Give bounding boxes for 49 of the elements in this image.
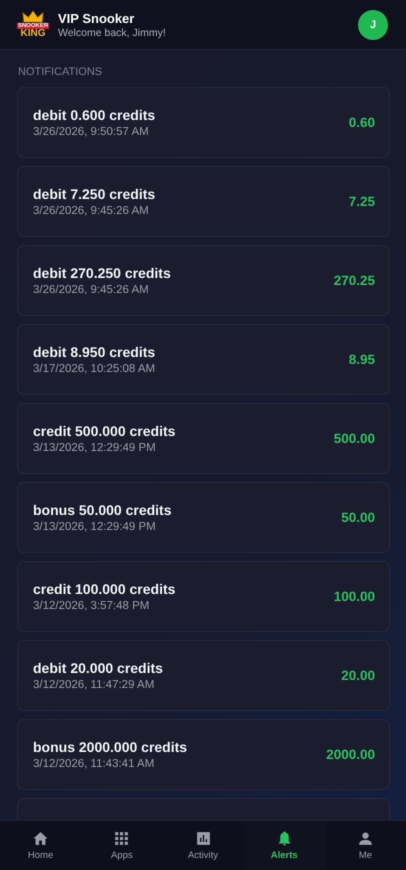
notification-card[interactable]: debit 0.600 credits 3/26/2026, 9:50:57 AM 0.60 bbox=[17, 87, 390, 158]
notification-card[interactable]: credit 500.000 credits 3/13/2026, 12:29:49 PM 500.00 bbox=[17, 403, 390, 474]
notification-time: 3/12/2026, 11:47:29 AM bbox=[33, 679, 156, 691]
amount: 2000.00 bbox=[326, 747, 375, 762]
notification-time: 3/12/2026, 11:43:41 AM bbox=[33, 758, 156, 770]
notification-time: 3/26/2026, 9:45:26 AM bbox=[33, 205, 150, 217]
nav-tab[interactable]: Apps bbox=[81, 821, 162, 870]
crown-icon bbox=[22, 10, 44, 23]
person-icon bbox=[356, 830, 374, 847]
grid-icon bbox=[113, 830, 130, 847]
bar-chart-icon bbox=[194, 830, 212, 847]
amount: 270.25 bbox=[334, 273, 375, 288]
amount: 8.95 bbox=[348, 352, 375, 367]
amount: 500.00 bbox=[334, 431, 375, 446]
notification-card[interactable]: bonus 50.000 credits 3/13/2026, 12:29:49 PM 50.00 bbox=[17, 482, 390, 553]
notification-time: 3/12/2026, 3:57:48 PM bbox=[33, 600, 150, 612]
notification-card[interactable]: debit 20.000 credits 3/12/2026, 11:47:29 AM 20.00 bbox=[17, 640, 390, 711]
notification-title: debit 270.250 credits bbox=[33, 265, 172, 281]
notification-title: credit 100.000 credits bbox=[33, 581, 176, 597]
notification-title: credit 500.000 credits bbox=[33, 423, 176, 439]
amount: 20.00 bbox=[341, 668, 375, 683]
notification-title: bonus 2000.000 credits bbox=[33, 739, 188, 755]
nav-tab[interactable]: Home bbox=[0, 821, 82, 870]
amount: 100.00 bbox=[334, 589, 375, 604]
logo-text: KING bbox=[20, 29, 46, 39]
amount: 0.60 bbox=[348, 115, 375, 130]
notification-card[interactable]: credit 100.000 credits 3/12/2026, 3:57:48 PM 100.00 bbox=[17, 561, 390, 632]
notification-title: debit 20.000 credits bbox=[33, 660, 164, 676]
section-title: NOTIFICATIONS bbox=[18, 66, 104, 78]
notification-card[interactable]: debit 7.250 credits 3/26/2026, 9:45:26 AM 7.25 bbox=[17, 166, 390, 237]
home-icon bbox=[32, 830, 50, 847]
welcome-text: Welcome back, Jimmy! bbox=[58, 26, 167, 38]
notification-time: 3/26/2026, 9:45:26 AM bbox=[33, 284, 150, 296]
notification-title: debit 0.600 credits bbox=[33, 107, 156, 123]
notification-title: bonus 50.000 credits bbox=[33, 502, 173, 518]
notification-title: debit 8.950 credits bbox=[33, 344, 156, 360]
nav-tab[interactable]: Activity bbox=[162, 821, 244, 870]
notification-time: 3/13/2026, 12:29:49 PM bbox=[33, 521, 157, 533]
notification-card[interactable]: debit 270.250 credits 3/26/2026, 9:45:26 AM 270.25 bbox=[17, 245, 390, 316]
notification-title: debit 7.250 credits bbox=[33, 186, 156, 202]
notification-time: 3/26/2026, 9:50:57 AM bbox=[33, 126, 150, 138]
app-title: VIP Snooker bbox=[58, 10, 136, 26]
nav-tab[interactable]: Me bbox=[324, 821, 406, 870]
notification-time: 3/13/2026, 12:29:49 PM bbox=[33, 442, 157, 454]
amount: 50.00 bbox=[341, 510, 375, 525]
notification-card[interactable]: bonus 2000.000 credits 3/12/2026, 11:43:41 AM 2000.00 bbox=[17, 719, 390, 790]
notification-time: 3/17/2026, 10:25:08 AM bbox=[33, 363, 156, 375]
amount: 7.25 bbox=[348, 194, 375, 209]
notification-card[interactable]: debit 8.950 credits 3/17/2026, 10:25:08 AM 8.95 bbox=[17, 324, 390, 395]
